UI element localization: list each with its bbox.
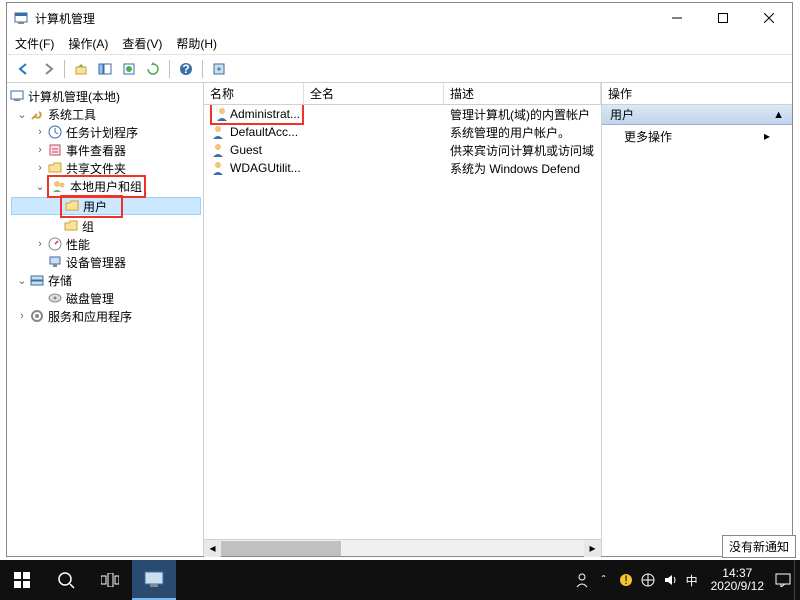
list-row[interactable]: Administrat... 管理计算机(域)的内置帐户 <box>204 105 601 123</box>
minimize-button[interactable] <box>654 3 700 33</box>
list-row[interactable]: WDAGUtilit... 系统为 Windows Defend <box>204 159 601 177</box>
properties-button[interactable] <box>208 58 230 80</box>
horizontal-scrollbar[interactable]: ◂ ▸ <box>204 539 601 556</box>
list-body[interactable]: Administrat... 管理计算机(域)的内置帐户 DefaultAcc.… <box>204 105 601 539</box>
user-icon <box>214 106 230 122</box>
tree-local-users-groups[interactable]: ⌄ 本地用户和组 <box>9 177 201 195</box>
actions-header: 操作 <box>602 83 792 105</box>
expand-icon[interactable]: › <box>15 310 29 322</box>
expand-icon[interactable]: › <box>33 144 47 156</box>
refresh-button[interactable] <box>142 58 164 80</box>
user-icon <box>210 142 226 158</box>
toolbar: ? <box>7 55 792 83</box>
window-title: 计算机管理 <box>35 10 654 27</box>
tree-root[interactable]: 计算机管理(本地) <box>9 87 201 105</box>
actions-section[interactable]: 用户 ▲ <box>602 105 792 125</box>
users-icon <box>51 178 67 194</box>
tree-performance[interactable]: › 性能 <box>9 235 201 253</box>
user-icon <box>210 160 226 176</box>
menu-help[interactable]: 帮助(H) <box>176 35 217 52</box>
performance-icon <box>47 236 63 252</box>
expand-icon[interactable]: › <box>33 238 47 250</box>
list-row[interactable]: DefaultAcc... 系统管理的用户帐户。 <box>204 123 601 141</box>
people-icon[interactable] <box>571 560 593 600</box>
chevron-right-icon: ▸ <box>764 129 770 143</box>
tree-event-viewer[interactable]: › 事件查看器 <box>9 141 201 159</box>
collapse-icon[interactable]: ▲ <box>773 109 784 121</box>
storage-icon <box>29 272 45 288</box>
tools-icon <box>29 106 45 122</box>
up-button[interactable] <box>70 58 92 80</box>
col-fullname[interactable]: 全名 <box>304 83 444 104</box>
taskbar-app-compmgmt[interactable] <box>132 560 176 600</box>
show-desktop-button[interactable] <box>794 560 800 600</box>
svg-text:?: ? <box>182 62 189 76</box>
col-name[interactable]: 名称 <box>204 83 304 104</box>
tree-storage[interactable]: ⌄ 存储 <box>9 271 201 289</box>
network-icon[interactable] <box>637 560 659 600</box>
list-header: 名称 全名 描述 <box>204 83 601 105</box>
menu-action[interactable]: 操作(A) <box>68 35 108 52</box>
device-icon <box>47 254 63 270</box>
task-view-button[interactable] <box>88 560 132 600</box>
ime-indicator[interactable]: 中 <box>681 560 703 600</box>
collapse-icon[interactable]: ⌄ <box>33 180 47 193</box>
disk-icon <box>47 290 63 306</box>
svg-text:!: ! <box>624 573 627 587</box>
expand-icon[interactable]: › <box>33 126 47 138</box>
scroll-thumb[interactable] <box>221 541 341 556</box>
col-description[interactable]: 描述 <box>444 83 601 104</box>
export-button[interactable] <box>118 58 140 80</box>
start-button[interactable] <box>0 560 44 600</box>
security-icon[interactable]: ! <box>615 560 637 600</box>
body: 计算机管理(本地) ⌄ 系统工具 › 任务计划程序 › 事件查看器 › 共享文件… <box>7 83 792 556</box>
tree-task-scheduler[interactable]: › 任务计划程序 <box>9 123 201 141</box>
folder-icon <box>64 198 80 214</box>
forward-button[interactable] <box>37 58 59 80</box>
expand-icon[interactable]: › <box>33 162 47 174</box>
notification-tooltip: 没有新通知 <box>722 535 796 558</box>
menubar: 文件(F) 操作(A) 查看(V) 帮助(H) <box>7 33 792 55</box>
user-icon <box>210 124 226 140</box>
actions-pane: 操作 用户 ▲ 更多操作 ▸ <box>602 83 792 556</box>
services-icon <box>29 308 45 324</box>
action-center-icon[interactable] <box>772 560 794 600</box>
collapse-icon[interactable]: ⌄ <box>15 274 29 287</box>
menu-file[interactable]: 文件(F) <box>15 35 54 52</box>
list-row[interactable]: Guest 供来宾访问计算机或访问域 <box>204 141 601 159</box>
search-button[interactable] <box>44 560 88 600</box>
clock[interactable]: 14:37 2020/9/12 <box>703 567 772 593</box>
clock-icon <box>47 124 63 140</box>
maximize-button[interactable] <box>700 3 746 33</box>
app-icon <box>13 10 29 26</box>
close-button[interactable] <box>746 3 792 33</box>
collapse-icon[interactable]: ⌄ <box>15 108 29 121</box>
taskbar[interactable]: ˆ ! 中 14:37 2020/9/12 <box>0 560 800 600</box>
volume-icon[interactable] <box>659 560 681 600</box>
tree-groups[interactable]: 组 <box>9 217 201 235</box>
list-pane: 名称 全名 描述 Administrat... 管理计算机(域)的内置帐户 <box>204 83 602 556</box>
tree-disk-management[interactable]: 磁盘管理 <box>9 289 201 307</box>
titlebar[interactable]: 计算机管理 <box>7 3 792 33</box>
tree-system-tools[interactable]: ⌄ 系统工具 <box>9 105 201 123</box>
tray-overflow-icon[interactable]: ˆ <box>593 560 615 600</box>
scroll-left-icon[interactable]: ◂ <box>204 540 221 557</box>
system-tray: ˆ ! 中 14:37 2020/9/12 <box>571 560 800 600</box>
menu-view[interactable]: 查看(V) <box>122 35 162 52</box>
help-button[interactable]: ? <box>175 58 197 80</box>
actions-more[interactable]: 更多操作 ▸ <box>602 125 792 147</box>
tree-pane[interactable]: 计算机管理(本地) ⌄ 系统工具 › 任务计划程序 › 事件查看器 › 共享文件… <box>7 83 204 556</box>
event-icon <box>47 142 63 158</box>
computer-icon <box>9 88 25 104</box>
tree-users[interactable]: 用户 <box>11 197 201 215</box>
show-hide-tree-button[interactable] <box>94 58 116 80</box>
tree-device-manager[interactable]: 设备管理器 <box>9 253 201 271</box>
scroll-right-icon[interactable]: ▸ <box>584 540 601 557</box>
folder-icon <box>63 218 79 234</box>
back-button[interactable] <box>13 58 35 80</box>
app-window: 计算机管理 文件(F) 操作(A) 查看(V) 帮助(H) ? 计算机管理(本地… <box>6 2 793 557</box>
tree-services-apps[interactable]: › 服务和应用程序 <box>9 307 201 325</box>
